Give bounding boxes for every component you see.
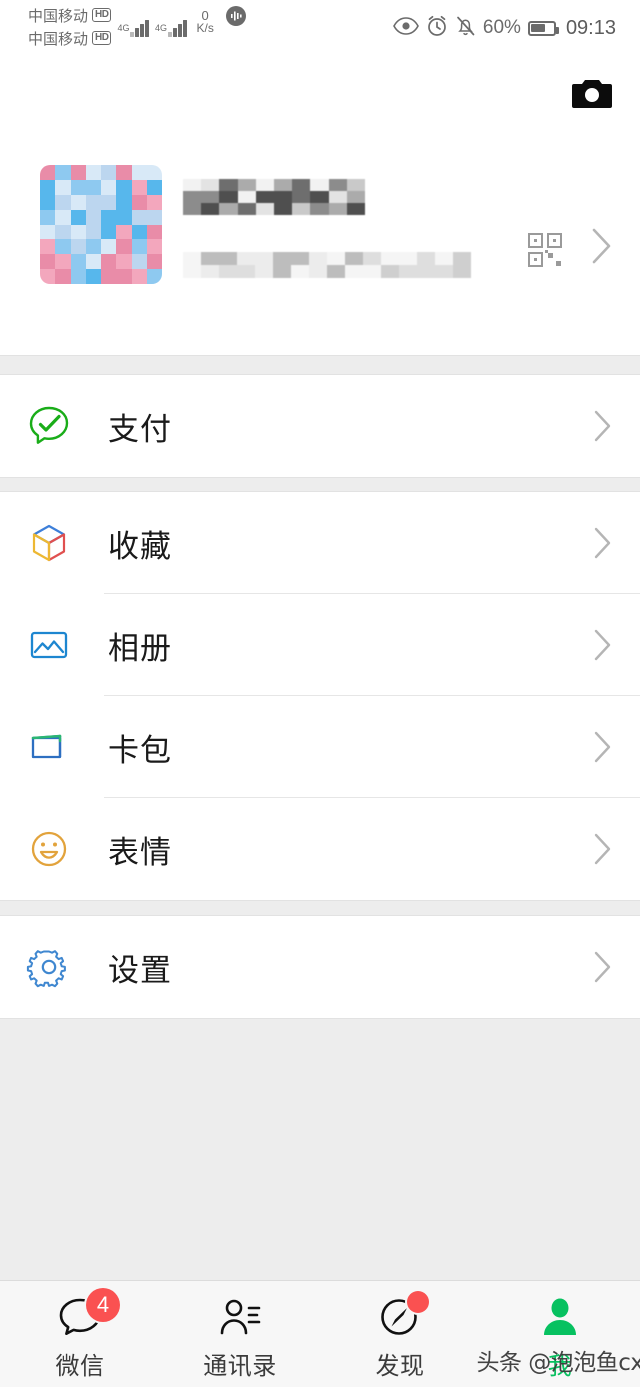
row-label-album: 相册 — [108, 630, 172, 666]
badge-dot-discover — [407, 1290, 429, 1313]
section-gap-2 — [0, 477, 640, 492]
row-pay[interactable]: 支付 — [0, 375, 640, 477]
tab-label-wechat: 微信 — [55, 1352, 105, 1380]
chevron-right-icon — [593, 832, 613, 866]
row-cards[interactable]: 卡包 — [0, 696, 640, 798]
row-settings[interactable]: 设置 — [0, 916, 640, 1018]
bell-muted-icon — [455, 15, 476, 42]
carrier-stack: 中国移动 HD 中国移动 HD — [28, 4, 112, 49]
favorites-cube-icon — [26, 520, 72, 566]
profile-wechat-id — [183, 252, 471, 278]
header-bar — [0, 56, 640, 134]
status-bar-clock: 09:13 — [565, 16, 616, 39]
network-type-sim1: 4G — [117, 23, 130, 33]
network-speed: 0 K/s — [197, 9, 214, 37]
row-stickers[interactable]: 表情 — [0, 798, 640, 900]
row-label-pay: 支付 — [108, 411, 172, 447]
carrier-row-sim1: 中国移动 HD — [28, 4, 112, 26]
section-settings: 设置 — [0, 916, 640, 1018]
sticker-smiley-icon — [26, 826, 72, 872]
carrier-name-sim2: 中国移动 — [28, 30, 89, 48]
badge-wechat: 4 — [86, 1287, 120, 1322]
wechat-me-screen: 中国移动 HD 中国移动 HD 4G 4G 0 K/s 60% 09:13 支付… — [0, 0, 640, 1387]
network-speed-unit: K/s — [196, 21, 214, 35]
battery-icon — [527, 20, 559, 36]
tab-discover[interactable]: 发现 — [320, 1281, 480, 1387]
carrier-name-sim1: 中国移动 — [28, 7, 89, 25]
row-label-cards: 卡包 — [108, 732, 172, 768]
row-label-settings: 设置 — [108, 952, 172, 988]
signal-bars-icon-sim2 — [168, 19, 187, 37]
compass-icon — [377, 1290, 429, 1342]
avatar-mosaic — [40, 165, 162, 284]
tab-me[interactable]: 我 头条 @泡泡鱼cx — [476, 1281, 640, 1387]
profile-chevron-right-icon — [591, 227, 613, 265]
tab-contacts[interactable]: 通讯录 — [160, 1281, 320, 1387]
empty-area — [0, 1018, 640, 1280]
status-bar: 中国移动 HD 中国移动 HD 4G 4G 0 K/s 60% 09:13 — [0, 0, 640, 56]
hd-badge-sim1: HD — [92, 8, 112, 22]
battery-percent: 60% — [482, 17, 521, 38]
tab-bar: 4 微信 通讯录 发现 我 头条 @泡泡鱼cx — [0, 1280, 640, 1387]
avatar[interactable] — [40, 165, 162, 284]
camera-icon[interactable] — [570, 74, 614, 114]
profile-display-name — [183, 179, 365, 215]
album-photo-icon — [26, 622, 72, 668]
profile-card[interactable] — [0, 134, 640, 355]
signal-group: 4G 4G 0 K/s — [117, 4, 247, 43]
chevron-right-icon — [593, 628, 613, 662]
tab-wechat[interactable]: 4 微信 — [0, 1281, 160, 1387]
signal-sim1: 4G — [117, 19, 149, 37]
chevron-right-icon — [593, 526, 613, 560]
chat-bubble-icon: 4 — [56, 1287, 120, 1342]
qr-code-icon[interactable] — [527, 232, 563, 268]
section-pay: 支付 — [0, 375, 640, 477]
chevron-right-icon — [593, 730, 613, 764]
card-wallet-icon — [26, 724, 72, 770]
eye-icon — [392, 16, 419, 40]
sound-wave-icon — [224, 4, 248, 37]
network-type-sim2: 4G — [154, 23, 167, 33]
carrier-row-sim2: 中国移动 HD — [28, 27, 112, 49]
section-gap-3 — [0, 900, 640, 916]
chevron-right-icon — [593, 409, 613, 443]
tab-label-discover: 发现 — [375, 1352, 425, 1380]
watermark-text: 头条 @泡泡鱼cx — [476, 1350, 640, 1376]
section-personal: 收藏 相册 卡包 表情 — [0, 492, 640, 900]
wechat-pay-icon — [26, 403, 72, 449]
row-label-stickers: 表情 — [108, 834, 172, 870]
section-gap-1 — [0, 355, 640, 375]
signal-bars-icon-sim1 — [130, 19, 149, 37]
row-album[interactable]: 相册 — [0, 594, 640, 696]
alarm-clock-icon — [426, 15, 448, 42]
row-favorites[interactable]: 收藏 — [0, 492, 640, 594]
chevron-right-icon — [593, 950, 613, 984]
status-bar-right: 60% 09:13 — [392, 0, 616, 56]
tab-label-contacts: 通讯录 — [203, 1352, 277, 1380]
gear-icon — [26, 944, 72, 990]
row-label-favorites: 收藏 — [108, 528, 172, 564]
person-icon — [536, 1292, 584, 1342]
signal-sim2: 4G — [155, 19, 187, 37]
hd-badge-sim2: HD — [92, 31, 112, 45]
status-bar-left: 中国移动 HD 中国移动 HD 4G 4G 0 K/s — [28, 4, 248, 49]
contacts-icon — [216, 1292, 264, 1342]
